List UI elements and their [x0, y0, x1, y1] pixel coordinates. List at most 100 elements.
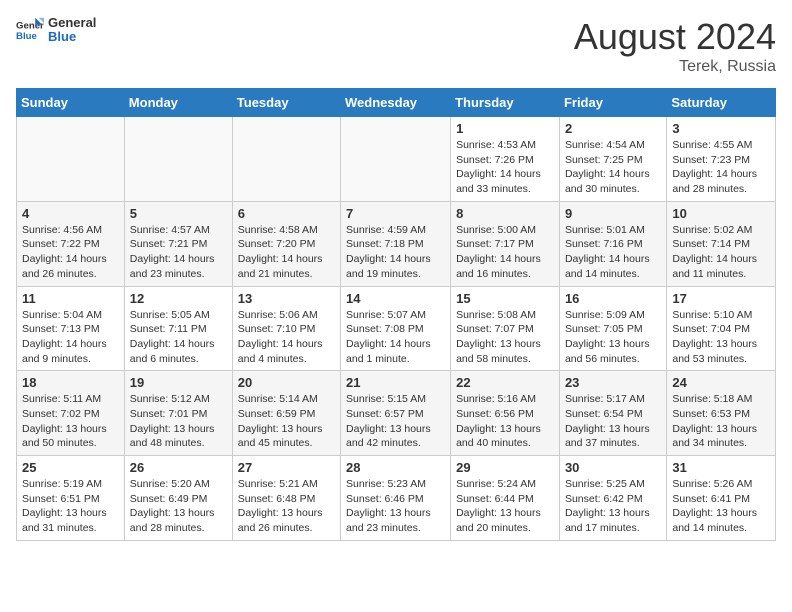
- calendar-cell: 14 Sunrise: 5:07 AM Sunset: 7:08 PM Dayli…: [341, 286, 451, 371]
- calendar-cell: 7 Sunrise: 4:59 AM Sunset: 7:18 PM Daylig…: [341, 201, 451, 286]
- day-info: Sunrise: 5:20 AM Sunset: 6:49 PM Dayligh…: [130, 477, 227, 536]
- calendar-cell: 4Sunrise: 4:56 AM Sunset: 7:22 PM Daylig…: [17, 201, 125, 286]
- day-info: Sunrise: 4:59 AM Sunset: 7:18 PM Dayligh…: [346, 223, 445, 282]
- weekday-header-monday: Monday: [124, 89, 232, 117]
- day-number: 14: [346, 291, 445, 306]
- day-number: 10: [672, 206, 770, 221]
- day-number: 30: [565, 460, 661, 475]
- calendar-cell: [17, 117, 125, 202]
- calendar-cell: 17Sunrise: 5:10 AM Sunset: 7:04 PM Dayli…: [667, 286, 776, 371]
- page-header: General Blue General Blue August 2024 Te…: [16, 16, 776, 76]
- logo-general-text: General: [48, 15, 96, 30]
- day-info: Sunrise: 5:12 AM Sunset: 7:01 PM Dayligh…: [130, 392, 227, 451]
- day-info: Sunrise: 5:04 AM Sunset: 7:13 PM Dayligh…: [22, 308, 119, 367]
- logo-icon: General Blue: [16, 16, 44, 44]
- day-info: Sunrise: 5:01 AM Sunset: 7:16 PM Dayligh…: [565, 223, 661, 282]
- calendar-cell: 10 Sunrise: 5:02 AM Sunset: 7:14 PM Dayli…: [667, 201, 776, 286]
- day-info: Sunrise: 4:54 AM Sunset: 7:25 PM Dayligh…: [565, 138, 661, 197]
- weekday-header-row: SundayMondayTuesdayWednesdayThursdayFrid…: [17, 89, 776, 117]
- day-info: Sunrise: 5:14 AM Sunset: 6:59 PM Dayligh…: [238, 392, 335, 451]
- calendar-cell: 25 Sunrise: 5:19 AM Sunset: 6:51 PM Dayli…: [17, 456, 125, 541]
- day-number: 9: [565, 206, 661, 221]
- calendar-week-3: 11 Sunrise: 5:04 AM Sunset: 7:13 PM Dayli…: [17, 286, 776, 371]
- day-number: 16: [565, 291, 661, 306]
- day-number: 22: [456, 375, 554, 390]
- calendar-cell: 20 Sunrise: 5:14 AM Sunset: 6:59 PM Dayli…: [232, 371, 340, 456]
- calendar-body: 1Sunrise: 4:53 AM Sunset: 7:26 PM Daylig…: [17, 117, 776, 541]
- calendar-cell: 15 Sunrise: 5:08 AM Sunset: 7:07 PM Dayli…: [451, 286, 560, 371]
- svg-text:General: General: [16, 21, 44, 32]
- day-number: 5: [130, 206, 227, 221]
- calendar-cell: 21 Sunrise: 5:15 AM Sunset: 6:57 PM Dayli…: [341, 371, 451, 456]
- calendar-week-4: 18 Sunrise: 5:11 AM Sunset: 7:02 PM Dayli…: [17, 371, 776, 456]
- day-number: 23: [565, 375, 661, 390]
- weekday-header-saturday: Saturday: [667, 89, 776, 117]
- day-info: Sunrise: 5:26 AM Sunset: 6:41 PM Dayligh…: [672, 477, 770, 536]
- calendar-cell: 18 Sunrise: 5:11 AM Sunset: 7:02 PM Dayli…: [17, 371, 125, 456]
- weekday-header-tuesday: Tuesday: [232, 89, 340, 117]
- day-info: Sunrise: 5:18 AM Sunset: 6:53 PM Dayligh…: [672, 392, 770, 451]
- location-subtitle: Terek, Russia: [574, 58, 776, 76]
- calendar-cell: 11 Sunrise: 5:04 AM Sunset: 7:13 PM Dayli…: [17, 286, 125, 371]
- calendar-cell: 28 Sunrise: 5:23 AM Sunset: 6:46 PM Dayli…: [341, 456, 451, 541]
- weekday-header-sunday: Sunday: [17, 89, 125, 117]
- svg-text:Blue: Blue: [16, 31, 37, 42]
- day-info: Sunrise: 4:58 AM Sunset: 7:20 PM Dayligh…: [238, 223, 335, 282]
- day-info: Sunrise: 5:05 AM Sunset: 7:11 PM Dayligh…: [130, 308, 227, 367]
- day-number: 12: [130, 291, 227, 306]
- day-number: 26: [130, 460, 227, 475]
- weekday-header-friday: Friday: [559, 89, 666, 117]
- day-info: Sunrise: 5:06 AM Sunset: 7:10 PM Dayligh…: [238, 308, 335, 367]
- calendar-cell: 13 Sunrise: 5:06 AM Sunset: 7:10 PM Dayli…: [232, 286, 340, 371]
- calendar-cell: 24 Sunrise: 5:18 AM Sunset: 6:53 PM Dayli…: [667, 371, 776, 456]
- calendar-cell: 31Sunrise: 5:26 AM Sunset: 6:41 PM Dayli…: [667, 456, 776, 541]
- calendar-week-1: 1Sunrise: 4:53 AM Sunset: 7:26 PM Daylig…: [17, 117, 776, 202]
- calendar-cell: 30Sunrise: 5:25 AM Sunset: 6:42 PM Dayli…: [559, 456, 666, 541]
- day-info: Sunrise: 5:07 AM Sunset: 7:08 PM Dayligh…: [346, 308, 445, 367]
- day-info: Sunrise: 5:08 AM Sunset: 7:07 PM Dayligh…: [456, 308, 554, 367]
- day-number: 7: [346, 206, 445, 221]
- day-info: Sunrise: 5:19 AM Sunset: 6:51 PM Dayligh…: [22, 477, 119, 536]
- month-year-title: August 2024: [574, 16, 776, 58]
- weekday-header-thursday: Thursday: [451, 89, 560, 117]
- day-info: Sunrise: 5:16 AM Sunset: 6:56 PM Dayligh…: [456, 392, 554, 451]
- calendar-cell: 22 Sunrise: 5:16 AM Sunset: 6:56 PM Dayli…: [451, 371, 560, 456]
- day-number: 13: [238, 291, 335, 306]
- day-info: Sunrise: 5:11 AM Sunset: 7:02 PM Dayligh…: [22, 392, 119, 451]
- calendar-week-5: 25 Sunrise: 5:19 AM Sunset: 6:51 PM Dayli…: [17, 456, 776, 541]
- day-info: Sunrise: 4:57 AM Sunset: 7:21 PM Dayligh…: [130, 223, 227, 282]
- day-number: 24: [672, 375, 770, 390]
- calendar-cell: 1Sunrise: 4:53 AM Sunset: 7:26 PM Daylig…: [451, 117, 560, 202]
- day-number: 1: [456, 121, 554, 136]
- calendar-cell: 2Sunrise: 4:54 AM Sunset: 7:25 PM Daylig…: [559, 117, 666, 202]
- calendar-table: SundayMondayTuesdayWednesdayThursdayFrid…: [16, 88, 776, 541]
- calendar-cell: 6 Sunrise: 4:58 AM Sunset: 7:20 PM Daylig…: [232, 201, 340, 286]
- day-number: 18: [22, 375, 119, 390]
- calendar-cell: 3Sunrise: 4:55 AM Sunset: 7:23 PM Daylig…: [667, 117, 776, 202]
- day-number: 28: [346, 460, 445, 475]
- day-info: Sunrise: 5:09 AM Sunset: 7:05 PM Dayligh…: [565, 308, 661, 367]
- calendar-cell: 9 Sunrise: 5:01 AM Sunset: 7:16 PM Daylig…: [559, 201, 666, 286]
- day-number: 29: [456, 460, 554, 475]
- day-number: 25: [22, 460, 119, 475]
- day-info: Sunrise: 5:24 AM Sunset: 6:44 PM Dayligh…: [456, 477, 554, 536]
- day-number: 11: [22, 291, 119, 306]
- calendar-cell: 27Sunrise: 5:21 AM Sunset: 6:48 PM Dayli…: [232, 456, 340, 541]
- day-info: Sunrise: 5:23 AM Sunset: 6:46 PM Dayligh…: [346, 477, 445, 536]
- calendar-cell: [341, 117, 451, 202]
- day-number: 15: [456, 291, 554, 306]
- logo: General Blue General Blue: [16, 16, 96, 45]
- day-number: 20: [238, 375, 335, 390]
- day-number: 21: [346, 375, 445, 390]
- day-number: 27: [238, 460, 335, 475]
- day-number: 8: [456, 206, 554, 221]
- day-info: Sunrise: 5:10 AM Sunset: 7:04 PM Dayligh…: [672, 308, 770, 367]
- day-number: 6: [238, 206, 335, 221]
- day-info: Sunrise: 4:56 AM Sunset: 7:22 PM Dayligh…: [22, 223, 119, 282]
- day-info: Sunrise: 5:15 AM Sunset: 6:57 PM Dayligh…: [346, 392, 445, 451]
- day-info: Sunrise: 5:02 AM Sunset: 7:14 PM Dayligh…: [672, 223, 770, 282]
- day-info: Sunrise: 5:00 AM Sunset: 7:17 PM Dayligh…: [456, 223, 554, 282]
- calendar-cell: 8 Sunrise: 5:00 AM Sunset: 7:17 PM Daylig…: [451, 201, 560, 286]
- calendar-cell: 29 Sunrise: 5:24 AM Sunset: 6:44 PM Dayli…: [451, 456, 560, 541]
- calendar-cell: [232, 117, 340, 202]
